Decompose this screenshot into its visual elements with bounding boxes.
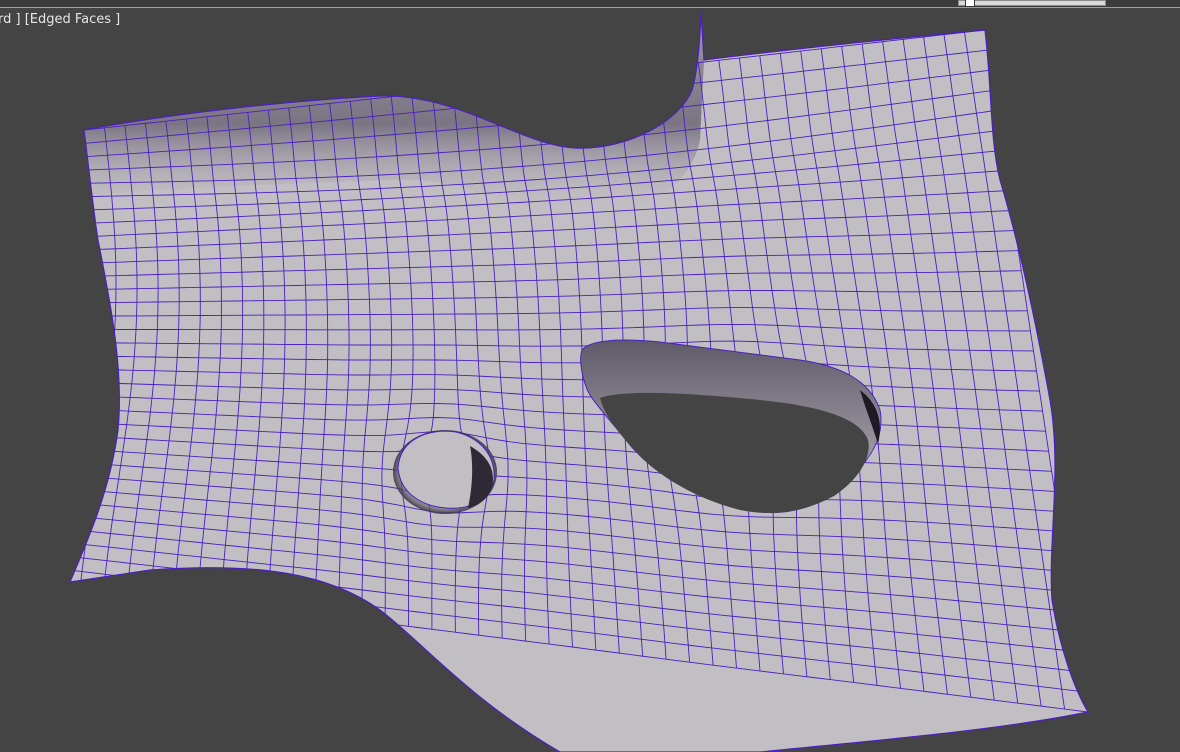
mesh-render[interactable] [0, 0, 1180, 752]
round-hole [393, 430, 497, 514]
3d-viewport[interactable]: rd ] [Edged Faces ] [0, 0, 1180, 752]
wire-edge [70, 129, 96, 583]
